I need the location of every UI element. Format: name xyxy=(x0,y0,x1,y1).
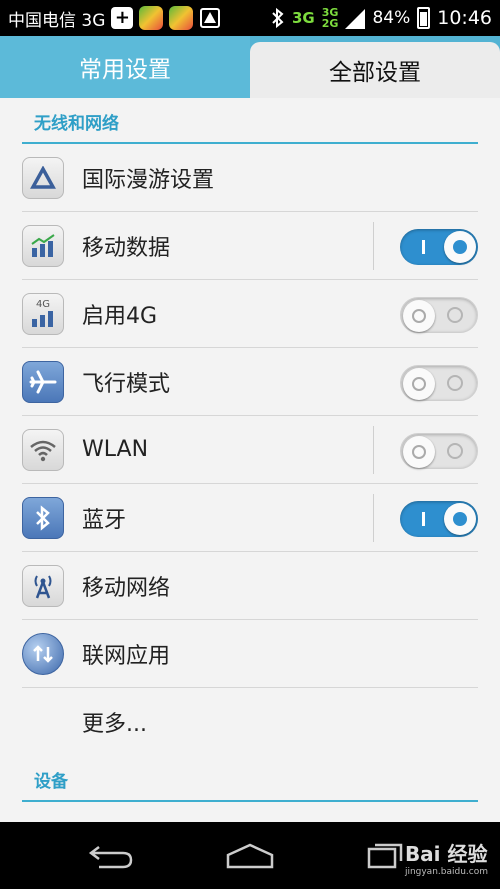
wifi-icon xyxy=(22,428,64,471)
carrier-label: 中国电信 3G xyxy=(8,10,106,31)
list-item-airplane-mode[interactable]: 飞行模式 xyxy=(22,348,478,416)
status-bar: 中国电信 3G + 3G 3G 2G 84% 10:46 xyxy=(0,0,500,36)
divider xyxy=(373,426,374,474)
divider xyxy=(373,494,374,542)
4g-icon: 4G xyxy=(22,292,64,335)
app-notification-icon xyxy=(139,6,164,30)
tab-bar: 常用设置 全部设置 xyxy=(0,36,500,98)
airplane-mode-toggle[interactable] xyxy=(400,365,478,401)
wlan-toggle[interactable] xyxy=(400,433,478,469)
list-item-wlan[interactable]: WLAN xyxy=(22,416,478,484)
triangle-icon xyxy=(22,156,64,199)
list-item-roaming[interactable]: 国际漫游设置 xyxy=(22,144,478,212)
signal-icon xyxy=(345,9,366,29)
battery-icon xyxy=(417,7,431,29)
mobile-data-toggle[interactable] xyxy=(400,229,478,265)
bluetooth-toggle[interactable] xyxy=(400,501,478,537)
battery-percent: 84% xyxy=(372,8,411,28)
list-item-more[interactable]: 更多... xyxy=(22,688,478,756)
globe-icon xyxy=(22,632,64,675)
list-item-partial[interactable] xyxy=(22,802,478,822)
plus-icon: + xyxy=(111,7,134,29)
warning-icon xyxy=(200,8,221,28)
section-header-device: 设备 xyxy=(22,756,478,802)
recent-apps-icon xyxy=(367,843,403,869)
list-item-network-apps[interactable]: 联网应用 xyxy=(22,620,478,688)
navigation-bar: Bai 经验 jingyan.baidu.com xyxy=(0,822,500,889)
watermark: Bai 经验 jingyan.baidu.com xyxy=(405,838,488,877)
list-item-label: 移动数据 xyxy=(82,235,171,261)
list-item-mobile-network[interactable]: 移动网络 xyxy=(22,552,478,620)
list-item-bluetooth[interactable]: 蓝牙 xyxy=(22,484,478,552)
list-item-label: 国际漫游设置 xyxy=(82,167,215,193)
list-item-label: 飞行模式 xyxy=(82,371,171,397)
section-header-wireless: 无线和网络 xyxy=(22,98,478,144)
tab-all-settings[interactable]: 全部设置 xyxy=(250,42,500,98)
list-item-mobile-data[interactable]: 移动数据 xyxy=(22,212,478,280)
antenna-icon xyxy=(22,564,64,607)
list-item-4g[interactable]: 4G 启用4G xyxy=(22,280,478,348)
tab-common-settings[interactable]: 常用设置 xyxy=(0,36,250,98)
network-dual: 3G 2G xyxy=(322,7,339,29)
4g-toggle[interactable] xyxy=(400,297,478,333)
list-item-label: 联网应用 xyxy=(82,643,171,669)
clock: 10:46 xyxy=(437,7,492,29)
app-notification-icon xyxy=(169,6,194,30)
network-main: 3G xyxy=(292,8,315,27)
mobile-data-icon xyxy=(22,224,64,267)
4g-icon-text: 4G xyxy=(35,298,51,310)
home-icon xyxy=(226,843,274,869)
list-item-label: WLAN xyxy=(82,437,149,462)
settings-list: 无线和网络 国际漫游设置 移动数据 4G 启用4G 飞行模式 WLAN 蓝牙 移… xyxy=(0,98,500,822)
home-button[interactable] xyxy=(220,836,280,876)
back-icon xyxy=(88,846,133,869)
watermark-brand: Bai 经验 xyxy=(404,842,488,866)
airplane-icon xyxy=(22,360,64,403)
list-item-label: 蓝牙 xyxy=(82,507,127,533)
bluetooth-status-icon xyxy=(272,7,284,29)
divider xyxy=(373,222,374,270)
list-item-label: 移动网络 xyxy=(82,575,171,601)
list-item-label: 更多... xyxy=(82,712,147,737)
back-button[interactable] xyxy=(80,836,140,876)
bluetooth-icon xyxy=(22,496,64,539)
list-item-label: 启用4G xyxy=(82,303,158,329)
watermark-url: jingyan.baidu.com xyxy=(404,867,488,877)
network-sub-bottom: 2G xyxy=(321,17,339,30)
